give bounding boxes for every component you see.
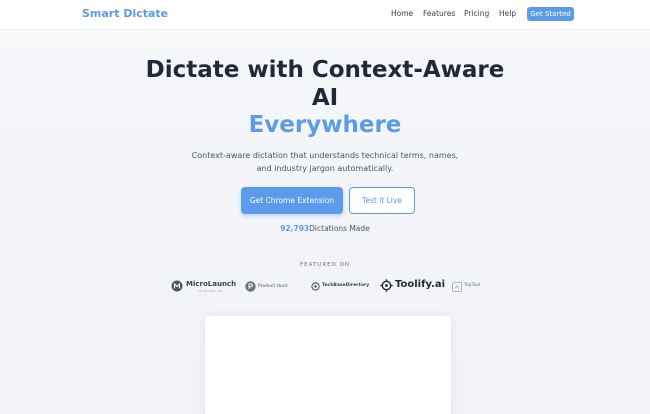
brand-logo-text[interactable]: Smart Dictate bbox=[82, 7, 168, 20]
microlaunch-logo-icon bbox=[171, 280, 183, 292]
toptool-logo[interactable]: TopTool bbox=[452, 279, 488, 295]
microlaunch-logo[interactable]: MicroLaunch by Emmett · ML bbox=[171, 279, 236, 295]
techbase-directory-logo[interactable]: TechBaseDirectory bbox=[311, 279, 370, 295]
product-hunt-logo-icon bbox=[245, 281, 256, 292]
featured-on-heading: FEATURED ON bbox=[299, 262, 351, 268]
dictation-count: 92,793 bbox=[280, 224, 310, 233]
get-chrome-extension-button[interactable]: Get Chrome Extension bbox=[241, 187, 343, 214]
dictation-stats: 92,793Dictations Made bbox=[0, 224, 650, 233]
hero-title-line2: AI bbox=[311, 85, 339, 111]
hero-title-highlight: Everywhere bbox=[248, 112, 402, 138]
microlaunch-logo-sub: by Emmett · ML bbox=[199, 289, 223, 293]
nav-home-link[interactable]: Home bbox=[391, 9, 413, 18]
nav-pricing-link[interactable]: Pricing bbox=[464, 9, 489, 18]
techbase-logo-name: TechBaseDirectory bbox=[322, 283, 370, 288]
toolify-logo-icon bbox=[380, 279, 393, 292]
microlaunch-logo-name: MicroLaunch bbox=[186, 280, 237, 288]
dictation-count-label: Dictations Made bbox=[309, 224, 370, 233]
toptool-logo-icon bbox=[452, 282, 462, 292]
test-it-live-button[interactable]: Test it Live bbox=[349, 187, 415, 214]
demo-preview-card bbox=[205, 316, 451, 414]
toolify-logo[interactable]: Toolify.ai bbox=[380, 279, 445, 295]
product-hunt-logo-name: Product Hunt bbox=[258, 284, 288, 289]
site-header: Smart Dictate Home Features Pricing Help… bbox=[0, 0, 650, 30]
product-hunt-logo[interactable]: Product Hunt bbox=[245, 279, 293, 295]
toptool-logo-name: TopTool bbox=[464, 283, 481, 288]
toolify-logo-name: Toolify.ai bbox=[395, 279, 446, 290]
get-started-button[interactable]: Get Started bbox=[527, 7, 574, 21]
techbase-logo-icon bbox=[311, 282, 320, 291]
hero-subtitle-line2: and industry jargon automatically. bbox=[256, 164, 394, 173]
nav-features-link[interactable]: Features bbox=[423, 9, 455, 18]
hero-subtitle-line1: Context-aware dictation that understands… bbox=[191, 151, 459, 160]
nav-help-link[interactable]: Help bbox=[499, 9, 516, 18]
hero-title-line1: Dictate with Context-Aware bbox=[145, 57, 505, 83]
